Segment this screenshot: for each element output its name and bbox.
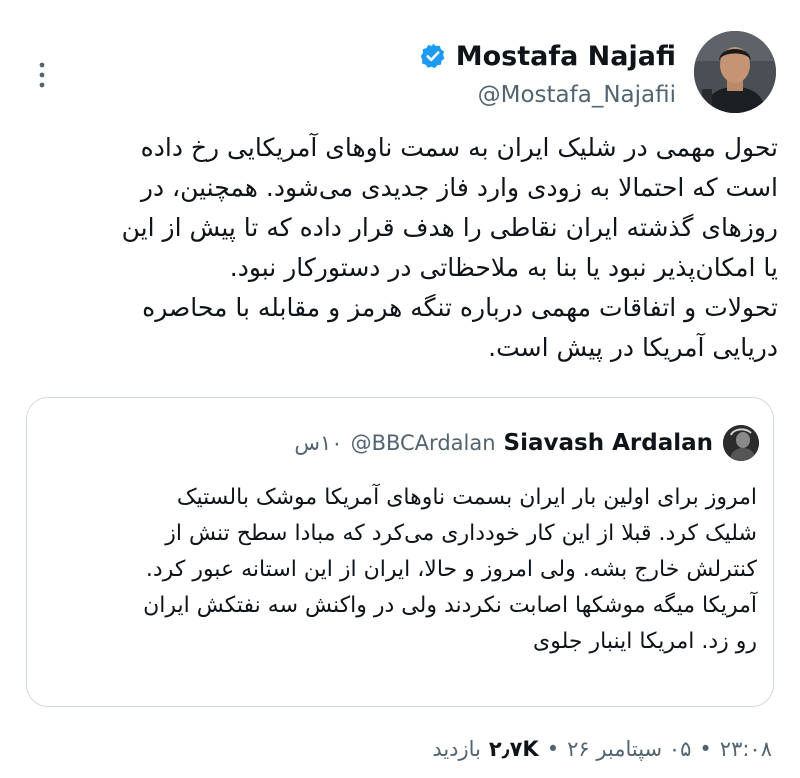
quote-line: امروز برای اولین بار ایران بسمت ناوهای آ… [176,485,757,510]
views-label: بازدید [432,737,481,761]
quote-handle[interactable]: @BBCArdalan [351,431,496,455]
quote-line: کنترلش خارج بشه. ولی امروز و حالا، ایران… [145,557,757,582]
view-count[interactable]: ۲٫۷K [489,737,539,761]
quote-avatar-photo-icon [723,425,759,461]
avatar-photo-icon [694,31,776,113]
verified-badge-icon [420,43,445,69]
tweet-date[interactable]: ۰۵ سپتامبر ۲۶ [567,737,691,761]
tweet-text: تحول مهمی در شلیک ایران به سمت ناوهای آم… [38,128,778,368]
author-avatar[interactable] [694,31,776,113]
meta-separator: • [699,737,712,761]
quoted-tweet-card[interactable]: ۱۰س @BBCArdalan Siavash Ardalan امروز بر… [26,397,774,707]
quote-author-name[interactable]: Siavash Ardalan [504,430,713,456]
tweet-line: تحولات و اتفاقات مهمی درباره تنگه هرمز و… [142,293,778,322]
tweet-meta: ۲۳:۰۸ • ۰۵ سپتامبر ۲۶ • ۲٫۷K بازدید [432,732,772,766]
quote-text: امروز برای اولین بار ایران بسمت ناوهای آ… [47,480,757,660]
tweet-line: تحول مهمی در شلیک ایران به سمت ناوهای آم… [140,133,778,162]
quote-line: رو زد. امریکا اینبار جلوی [533,629,757,654]
more-options-icon[interactable] [32,60,52,90]
author-name[interactable]: Mostafa Najafi [456,41,676,72]
tweet-line: است که احتمالا به زودی وارد فاز جدیدی می… [140,173,778,202]
tweet-line: دریایی آمریکا در پیش است. [488,333,778,362]
author-line: Mostafa Najafi [419,38,676,74]
quote-line: شلیک کرد. قبلا از این کار خودداری می‌کرد… [165,521,757,546]
quote-timestamp[interactable]: ۱۰س [294,431,342,455]
quote-header: ۱۰س @BBCArdalan Siavash Ardalan [294,425,759,461]
author-handle[interactable]: @Mostafa_Najafii [478,82,676,108]
tweet-line: یا امکان‌پذیر نبود یا بنا به ملاحظاتی در… [229,253,778,282]
quote-avatar[interactable] [723,425,759,461]
tweet-time[interactable]: ۲۳:۰۸ [720,737,772,761]
meta-separator: • [546,737,560,761]
quote-line: آمریکا میگه موشکها اصابت نکردند ولی در و… [143,593,757,618]
tweet-line: روزهای گذشته ایران نقاطی را هدف قرار داد… [121,213,778,242]
